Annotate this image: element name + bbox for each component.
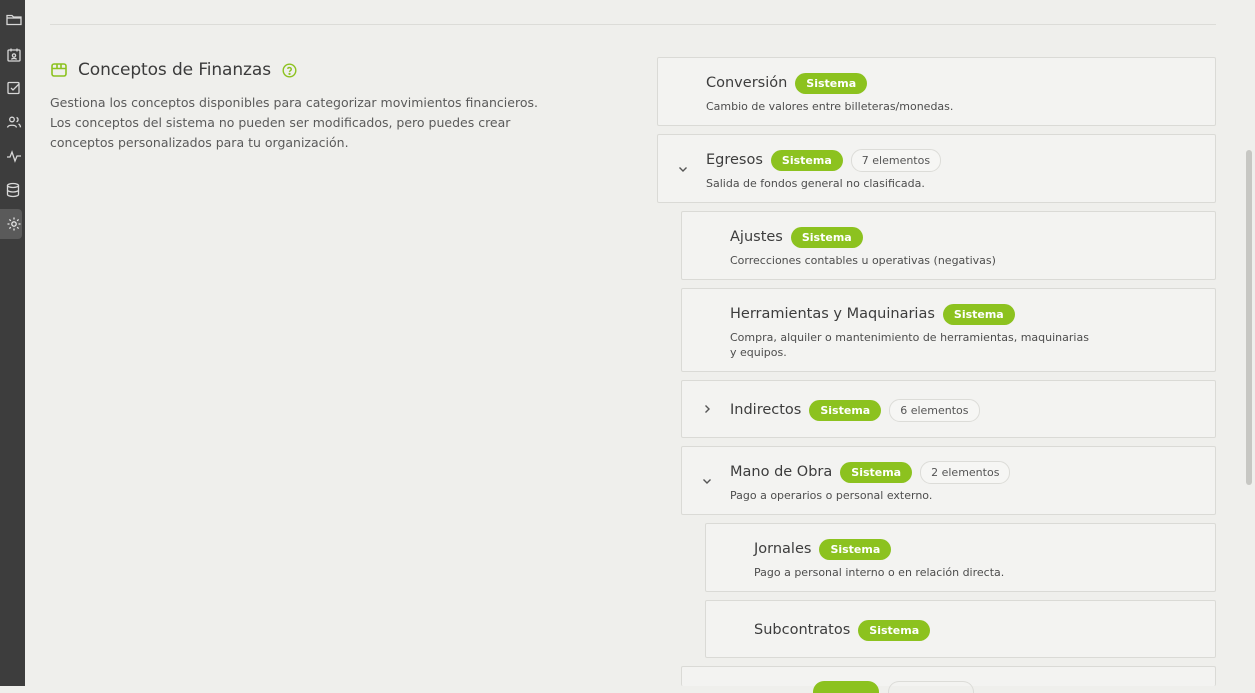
count-badge: 7 elementos [850,148,942,172]
concept-name: Jornales [754,541,812,557]
list-item[interactable]: Mano de Obra Sistema 2 elementos Pago a … [681,446,1216,515]
concept-name: Indirectos [730,402,802,418]
database-icon[interactable] [0,178,22,202]
list-item[interactable]: Herramientas y Maquinarias Sistema Compr… [681,288,1216,372]
calendar-user-icon[interactable] [0,43,22,67]
sidebar [0,0,25,686]
status-badge: Sistema [770,149,843,171]
list-item[interactable]: Egresos Sistema 7 elementos Salida de fo… [657,134,1216,203]
status-badge: Sistema [795,72,868,94]
help-icon[interactable] [282,62,297,78]
list-item[interactable] [681,666,1216,693]
concept-name: Egresos [706,152,763,168]
list-item[interactable]: Jornales Sistema Pago a personal interno… [705,523,1216,592]
count-badge [888,681,974,693]
concept-name: Herramientas y Maquinarias [730,306,935,322]
status-badge: Sistema [790,226,863,248]
scrollbar[interactable] [1246,150,1252,485]
folder-icon[interactable] [0,7,22,31]
checkbox-icon[interactable] [0,76,22,100]
section-header: Conceptos de Finanzas [50,60,297,80]
gear-icon[interactable] [0,209,22,239]
list-item[interactable]: Conversión Sistema Cambio de valores ent… [657,57,1216,126]
list-item[interactable]: Ajustes Sistema Correcciones contables u… [681,211,1216,280]
section-title: Conceptos de Finanzas [78,60,271,80]
concept-name: Conversión [706,75,788,91]
count-badge: 2 elementos [920,460,1011,484]
section-description: Gestiona los conceptos disponibles para … [50,95,538,150]
status-badge: Sistema [819,538,892,560]
box-icon [50,61,68,79]
list-item[interactable]: Subcontratos Sistema [705,600,1216,658]
status-badge: Sistema [942,303,1015,325]
status-badge: Sistema [840,461,913,483]
chevron-down-icon[interactable] [701,475,713,487]
count-badge: 6 elementos [889,398,980,422]
activity-icon[interactable] [0,144,22,168]
concept-name: Subcontratos [754,622,851,638]
list-item[interactable]: Indirectos Sistema 6 elementos [681,380,1216,438]
status-badge [813,681,879,693]
concept-name: Mano de Obra [730,464,833,480]
concept-description: Correcciones contables u operativas (neg… [730,254,996,267]
chevron-right-icon[interactable] [701,403,713,415]
concept-description: Salida de fondos general no clasificada. [706,177,925,190]
concept-description: Compra, alquiler o mantenimiento de herr… [730,331,1089,359]
concept-description: Pago a operarios o personal externo. [730,489,933,502]
status-badge: Sistema [809,399,882,421]
chevron-down-icon[interactable] [677,163,689,175]
concept-description: Cambio de valores entre billeteras/moned… [706,100,954,113]
users-icon[interactable] [0,110,22,134]
concept-name: Ajustes [730,229,783,245]
concept-description: Pago a personal interno o en relación di… [754,566,1005,579]
divider [50,24,1216,25]
status-badge: Sistema [858,619,931,641]
